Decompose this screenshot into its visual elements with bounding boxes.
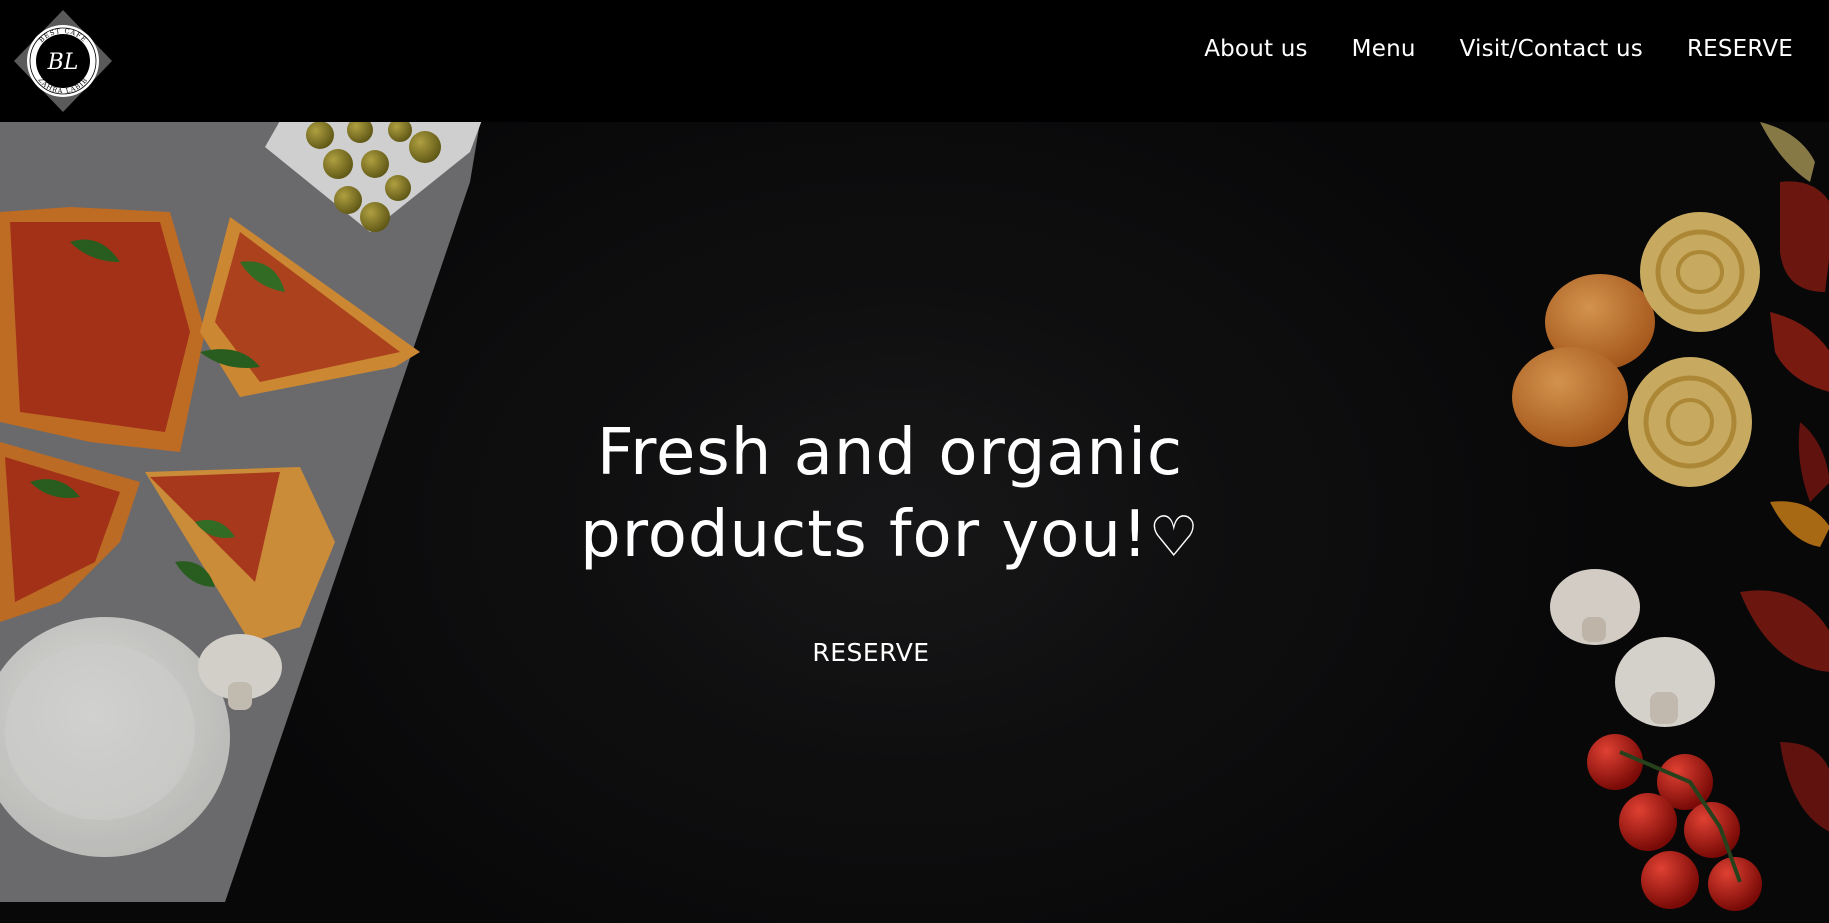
logo-monogram: BL [47, 50, 79, 75]
nav-about-us[interactable]: About us [1204, 36, 1307, 62]
logo-badge-icon: BEST CAFE ZAHRA LABIB BL [14, 10, 112, 112]
main-nav: About us Menu Visit/Contact us RESERVE [1204, 36, 1793, 62]
nav-reserve[interactable]: RESERVE [1687, 36, 1793, 62]
reserve-button[interactable]: RESERVE [796, 632, 946, 672]
heart-icon: ♡ [1148, 505, 1200, 570]
brand-logo[interactable]: BEST CAFE ZAHRA LABIB BL [14, 10, 112, 112]
site-header: BEST CAFE ZAHRA LABIB BL About us Menu V… [0, 0, 1829, 122]
headline-line-2: products for you! [580, 498, 1149, 572]
nav-menu[interactable]: Menu [1352, 36, 1416, 62]
nav-visit-contact[interactable]: Visit/Contact us [1460, 36, 1643, 62]
hero-section: Fresh and organic products for you!♡ RES… [0, 122, 1829, 923]
headline-line-1: Fresh and organic [596, 416, 1184, 490]
hero-headline: Fresh and organic products for you!♡ [560, 412, 1220, 579]
